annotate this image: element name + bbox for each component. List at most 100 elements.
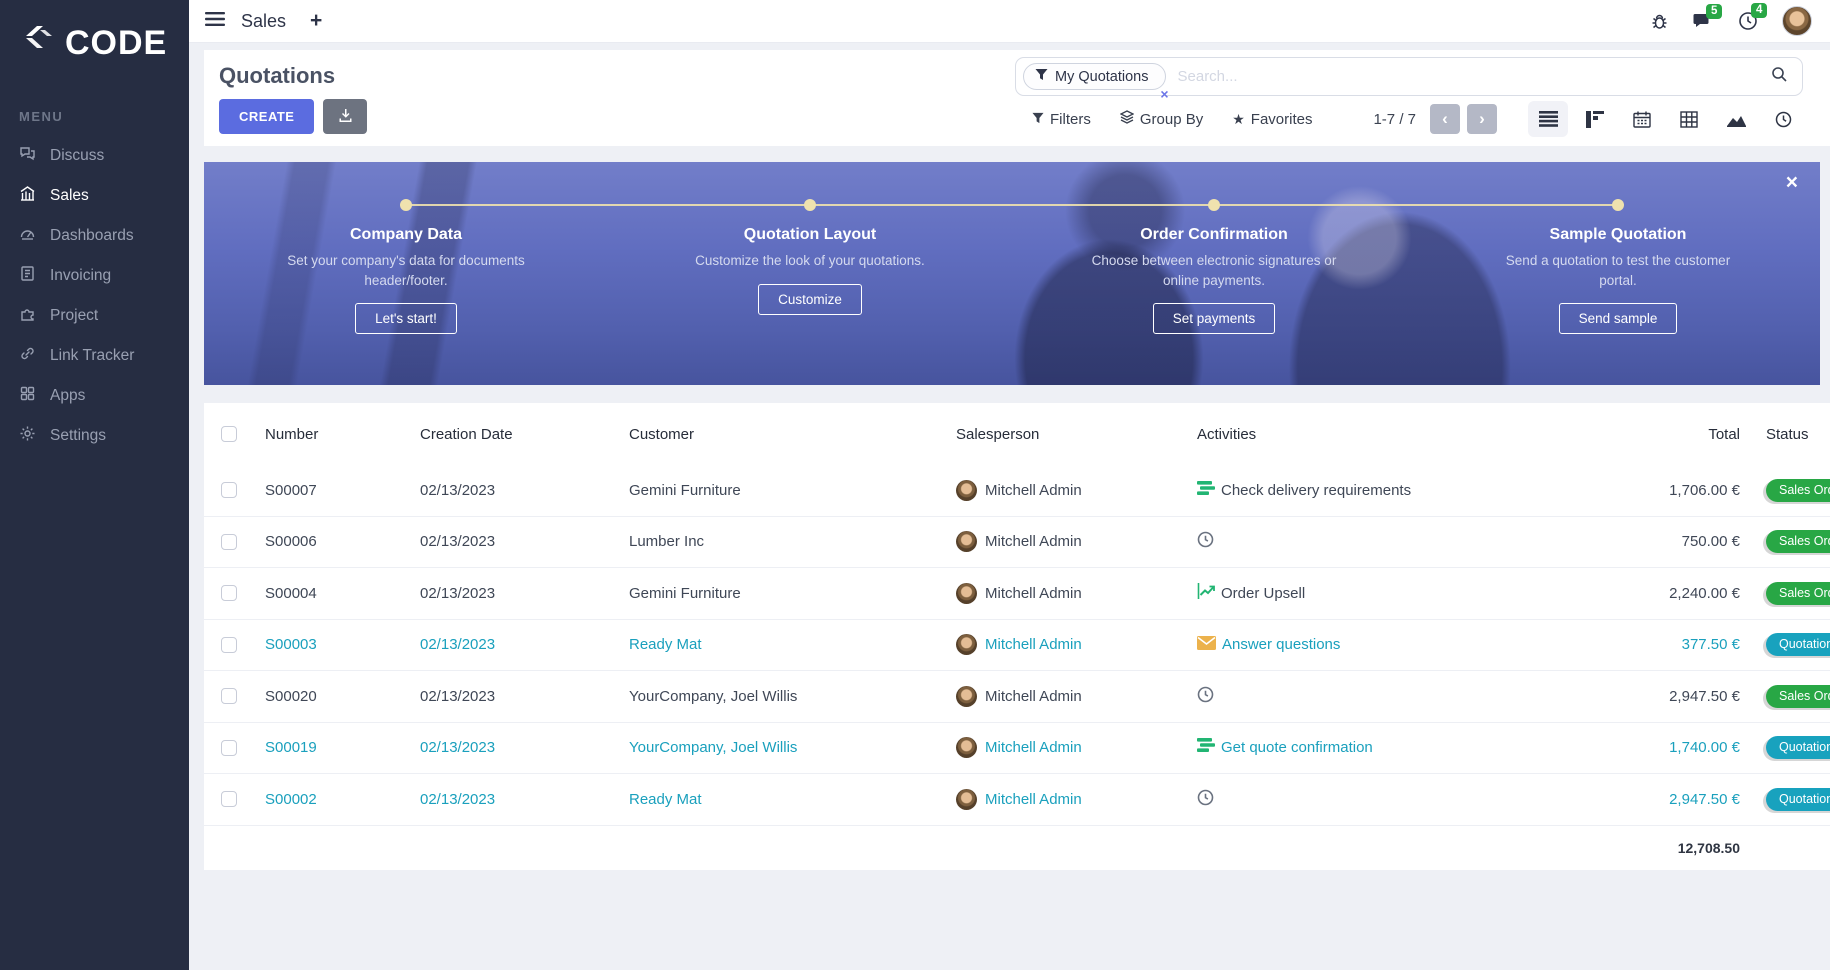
column-header-activities[interactable]: Activities — [1197, 426, 1550, 443]
row-number[interactable]: S00020 — [265, 688, 420, 705]
step-description: Send a quotation to test the customer po… — [1505, 253, 1731, 288]
row-number[interactable]: S00002 — [265, 791, 420, 808]
row-creation-date: 02/13/2023 — [420, 636, 496, 654]
lets-start-button[interactable]: Let's start! — [355, 303, 457, 335]
search-facet-my-quotations[interactable]: My Quotations × — [1023, 63, 1169, 102]
row-checkbox[interactable] — [221, 585, 237, 602]
table-row[interactable]: S00004 02/13/2023 Gemini Furniture Mitch… — [204, 568, 1830, 620]
row-checkbox[interactable] — [221, 636, 237, 653]
send-sample-button[interactable]: Send sample — [1558, 303, 1678, 335]
column-header-number[interactable]: Number — [265, 426, 420, 443]
table-header-row: Number Creation Date Customer Salesperso… — [204, 403, 1830, 465]
table-row[interactable]: S00006 02/13/2023 Lumber Inc Mitchell Ad… — [204, 517, 1830, 568]
pivot-view-icon[interactable] — [1669, 101, 1709, 137]
row-activity[interactable]: Get quote confirmation — [1197, 738, 1550, 757]
step-description: Customize the look of your quotations. — [695, 253, 925, 268]
row-checkbox[interactable] — [221, 739, 237, 756]
sidebar-item-dashboards[interactable]: Dashboards — [0, 216, 189, 256]
list-view-icon[interactable] — [1528, 101, 1568, 137]
create-button[interactable]: CREATE — [219, 99, 315, 134]
row-checkbox[interactable] — [221, 688, 237, 705]
sales-icon — [19, 185, 36, 207]
row-number[interactable]: S00006 — [265, 533, 420, 550]
row-creation-date: 02/13/2023 — [420, 533, 496, 551]
pager-prev-button[interactable]: ‹ — [1430, 104, 1460, 134]
row-total: 2,240.00 € — [1669, 584, 1740, 602]
row-number[interactable]: S00003 — [265, 636, 420, 653]
add-tab-button[interactable]: + — [310, 9, 322, 33]
row-checkbox[interactable] — [221, 482, 237, 499]
brand-logo[interactable]: CODE — [0, 18, 189, 63]
sidebar-item-label: Sales — [50, 187, 89, 204]
quotations-table: Number Creation Date Customer Salesperso… — [204, 403, 1830, 870]
group-by-button[interactable]: Group By — [1119, 110, 1203, 128]
search-bar[interactable]: My Quotations × Search... — [1015, 57, 1803, 102]
row-activity[interactable] — [1197, 686, 1550, 707]
column-header-total[interactable]: Total — [1550, 426, 1740, 443]
row-activity[interactable]: Answer questions — [1197, 635, 1550, 654]
gear-icon — [19, 425, 36, 447]
row-activity[interactable] — [1197, 789, 1550, 810]
page-title: Quotations — [219, 63, 336, 88]
salesperson-avatar — [956, 634, 977, 656]
sidebar-item-label: Settings — [50, 427, 107, 444]
row-creation-date: 02/13/2023 — [420, 790, 496, 808]
favorites-button[interactable]: ★ Favorites — [1232, 111, 1312, 128]
column-header-salesperson[interactable]: Salesperson — [956, 426, 1197, 443]
row-status: Quotation — [1740, 787, 1830, 811]
sidebar-item-apps[interactable]: Apps — [0, 376, 189, 416]
salesperson-avatar — [956, 788, 977, 810]
row-salesperson: Mitchell Admin — [956, 788, 1197, 810]
layers-icon — [1119, 110, 1135, 128]
export-button[interactable] — [323, 99, 368, 134]
activity-view-icon[interactable] — [1763, 101, 1803, 137]
row-activity[interactable]: Check delivery requirements — [1197, 480, 1550, 500]
debug-bug-icon[interactable] — [1650, 12, 1669, 31]
onboarding-step-company-data: Company Data Set your company's data for… — [204, 162, 608, 385]
pager-next-button[interactable]: › — [1467, 104, 1497, 134]
brand-name: CODE — [65, 24, 168, 62]
view-switcher — [1521, 101, 1803, 137]
column-header-status[interactable]: Status — [1740, 426, 1830, 443]
row-number[interactable]: S00007 — [265, 482, 420, 499]
graph-view-icon[interactable] — [1716, 101, 1756, 137]
customize-button[interactable]: Customize — [758, 283, 862, 315]
table-row[interactable]: S00007 02/13/2023 Gemini Furniture Mitch… — [204, 465, 1830, 517]
calendar-view-icon[interactable] — [1622, 101, 1662, 137]
row-checkbox[interactable] — [221, 791, 237, 808]
row-number[interactable]: S00019 — [265, 739, 420, 756]
sidebar-item-project[interactable]: Project — [0, 296, 189, 336]
select-all-checkbox[interactable] — [221, 426, 237, 442]
sidebar-item-label: Discuss — [50, 147, 105, 164]
chart-line-icon — [1197, 583, 1215, 603]
content-area: Quotations CREATE My Quotations × Search… — [189, 43, 1830, 970]
sidebar-item-sales[interactable]: Sales — [0, 176, 189, 216]
row-customer: Ready Mat — [629, 636, 702, 654]
filters-button[interactable]: Filters — [1032, 111, 1091, 128]
sidebar-item-invoicing[interactable]: Invoicing — [0, 256, 189, 296]
user-avatar[interactable] — [1782, 6, 1812, 36]
sidebar-item-discuss[interactable]: Discuss — [0, 136, 189, 176]
sidebar-item-label: Invoicing — [50, 267, 112, 284]
sidebar-item-settings[interactable]: Settings — [0, 416, 189, 456]
table-row[interactable]: S00019 02/13/2023 YourCompany, Joel Will… — [204, 723, 1830, 774]
column-header-creation-date[interactable]: Creation Date — [420, 426, 629, 443]
column-header-customer[interactable]: Customer — [629, 426, 956, 443]
table-row[interactable]: S00020 02/13/2023 YourCompany, Joel Will… — [204, 671, 1830, 723]
sidebar-item-link-tracker[interactable]: Link Tracker — [0, 336, 189, 376]
active-app-tab[interactable]: Sales — [241, 11, 286, 32]
table-row[interactable]: S00003 02/13/2023 Ready Mat Mitchell Adm… — [204, 620, 1830, 671]
row-checkbox[interactable] — [221, 533, 237, 550]
row-activity[interactable]: Order Upsell — [1197, 583, 1550, 603]
hamburger-menu-icon[interactable] — [205, 11, 225, 32]
set-payments-button[interactable]: Set payments — [1152, 303, 1276, 335]
row-customer: YourCompany, Joel Willis — [629, 687, 798, 705]
row-number[interactable]: S00004 — [265, 585, 420, 602]
step-description: Choose between electronic signatures or … — [1091, 253, 1337, 288]
table-row[interactable]: S00002 02/13/2023 Ready Mat Mitchell Adm… — [204, 774, 1830, 826]
kanban-view-icon[interactable] — [1575, 101, 1615, 137]
row-activity[interactable] — [1197, 531, 1550, 552]
activities-clock-icon[interactable]: 4 — [1738, 3, 1768, 31]
messages-icon[interactable]: 5 — [1693, 3, 1723, 31]
search-input[interactable]: Search... — [1178, 68, 1772, 85]
